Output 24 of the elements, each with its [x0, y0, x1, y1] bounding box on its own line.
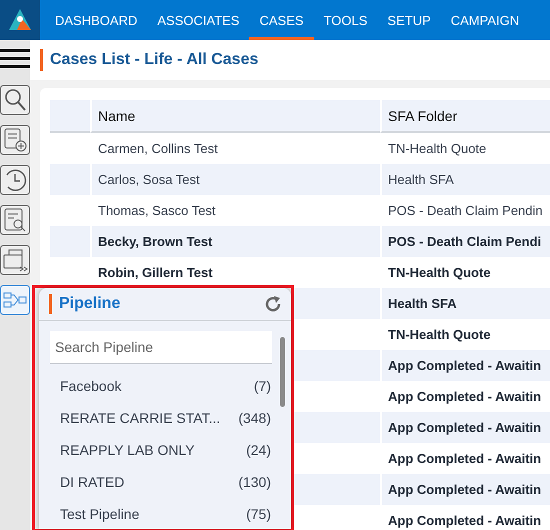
pipeline-item[interactable]: Test Pipeline (75): [50, 498, 272, 529]
table-cell: Health SFA: [380, 164, 550, 195]
table-cell: App Completed - Awaitin: [380, 350, 550, 381]
search-field[interactable]: Search Pipeline: [50, 331, 272, 364]
nav-tab[interactable]: TOOLS: [314, 0, 378, 40]
table-cell: App Completed - Awaitin: [380, 474, 550, 505]
nav-tab[interactable]: DASHBOARD: [45, 0, 148, 40]
column-header[interactable]: Name: [90, 100, 380, 133]
page-title: Cases List - Life - All Cases: [40, 49, 258, 71]
table-cell: App Completed - Awaitin: [380, 505, 550, 530]
pipeline-item[interactable]: Facebook (7): [50, 370, 272, 402]
table-cell: Health SFA: [380, 288, 550, 319]
pipeline-item[interactable]: RERATE CARRIE STAT... (348): [50, 402, 272, 434]
table-cell: Carlos, Sosa Test: [90, 164, 380, 195]
nav-tab[interactable]: CAMPAIGN: [440, 0, 530, 40]
nav-tab[interactable]: ASSOCIATES: [147, 0, 250, 40]
pipeline-item[interactable]: DI RATED (130): [50, 466, 272, 498]
table-cell: App Completed - Awaitin: [380, 412, 550, 443]
table-cell: Becky, Brown Test: [90, 226, 380, 257]
panel-title: Pipeline: [49, 294, 120, 314]
pipeline-item[interactable]: REAPPLY LAB ONLY (24): [50, 434, 272, 466]
column-header[interactable]: SFA Folder: [380, 100, 550, 133]
nav-tab[interactable]: SETUP: [377, 0, 441, 40]
table-cell: POS - Death Claim Pendi: [380, 226, 550, 257]
